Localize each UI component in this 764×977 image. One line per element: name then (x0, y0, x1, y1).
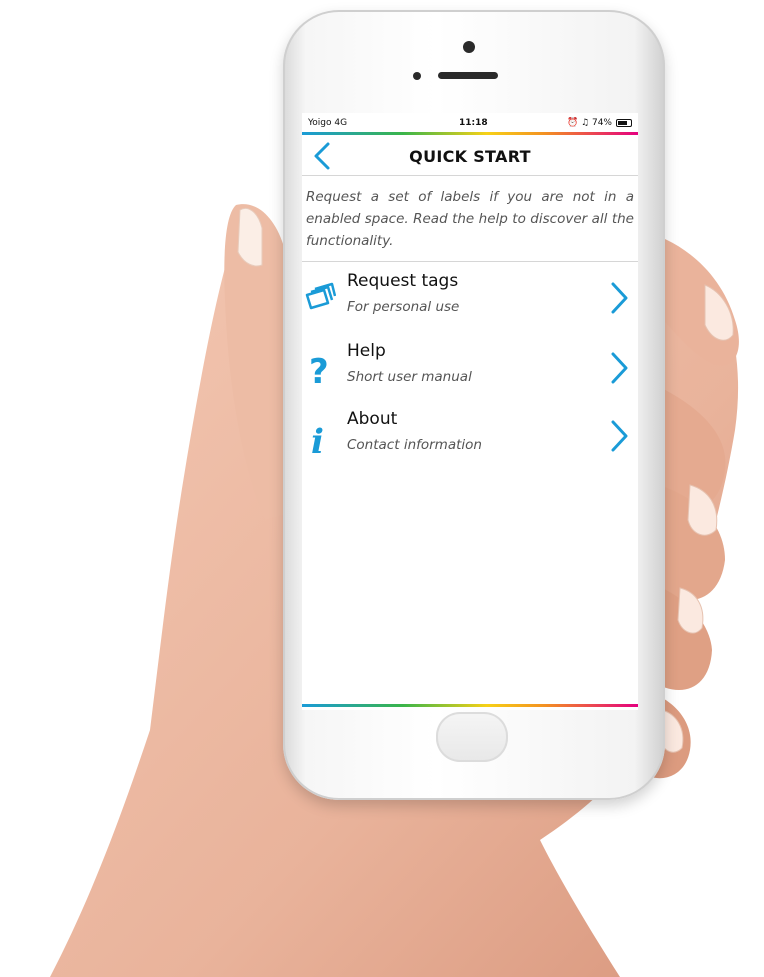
menu-item-subtitle: Contact information (347, 437, 482, 453)
page-title: QUICK START (409, 147, 531, 166)
status-bar: Yoigo 4G 11:18 ⏰ ♫ 74% (302, 113, 638, 133)
home-button[interactable] (436, 712, 508, 762)
nav-bar: QUICK START (302, 137, 638, 176)
proximity-sensor (413, 72, 421, 80)
menu-item-subtitle: Short user manual (347, 369, 472, 385)
phone-screen: Yoigo 4G 11:18 ⏰ ♫ 74% QUICK START Reque… (302, 113, 638, 710)
menu-item-title: About (347, 409, 398, 429)
menu-item-title: Request tags (347, 271, 459, 291)
menu-item-help[interactable]: ? Help Short user manual (302, 339, 638, 403)
divider (302, 261, 638, 262)
carrier-label: Yoigo 4G (308, 118, 348, 128)
intro-text: Request a set of labels if you are not i… (306, 189, 634, 249)
alarm-icon: ⏰ ♫ (566, 118, 592, 128)
front-camera (463, 41, 475, 53)
menu-item-title: Help (347, 341, 386, 361)
svg-text:i: i (311, 422, 324, 457)
chevron-right-icon (611, 420, 628, 452)
bottom-color-bar (302, 704, 638, 707)
question-icon: ? (309, 352, 329, 389)
menu-item-subtitle: For personal use (347, 299, 460, 315)
info-icon: i (311, 422, 324, 457)
svg-text:?: ? (309, 352, 329, 389)
chevron-right-icon (611, 282, 628, 314)
menu-item-request-tags[interactable]: Request tags For personal use (302, 269, 638, 333)
clock: 11:18 (459, 118, 488, 128)
photo-scene: Yoigo 4G 11:18 ⏰ ♫ 74% QUICK START Reque… (0, 0, 764, 977)
chevron-right-icon (611, 352, 628, 384)
tags-icon (305, 282, 336, 310)
battery-icon (616, 119, 632, 127)
menu-item-about[interactable]: i About Contact information (302, 407, 638, 471)
top-color-bar (302, 132, 638, 135)
battery-percent: ⏰ ♫ 74% (567, 118, 612, 128)
battery-label: 74% (591, 118, 612, 128)
earpiece-speaker (438, 72, 498, 79)
